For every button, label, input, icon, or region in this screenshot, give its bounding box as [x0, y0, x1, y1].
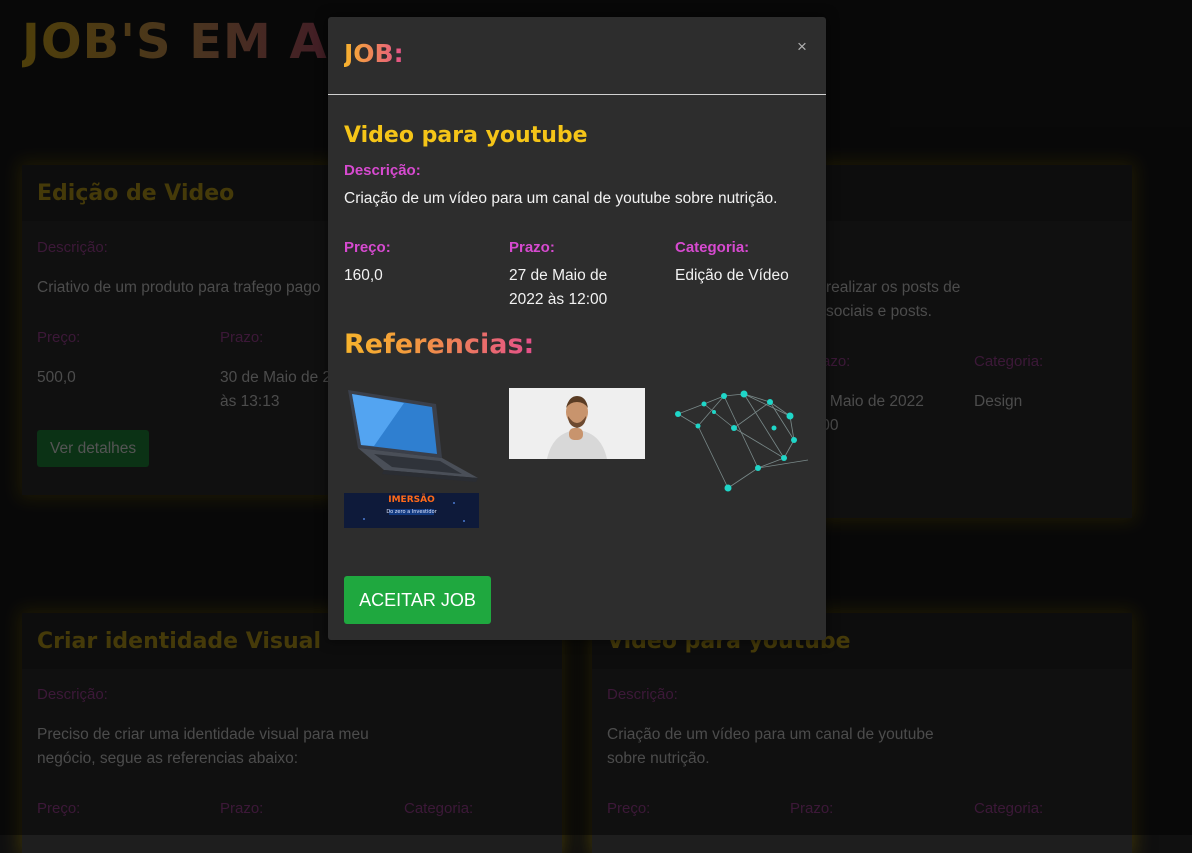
thinking-man-image[interactable] [509, 388, 645, 459]
references-title: Referencias: [344, 329, 535, 360]
banner-image[interactable]: IMERSÃO Do zero a Investidor [344, 493, 479, 528]
category-value: Edição de Vídeo [675, 267, 789, 284]
deadline-label: Prazo: [509, 239, 555, 256]
accept-job-button[interactable]: ACEITAR JOB [344, 576, 491, 624]
close-icon[interactable]: × [794, 38, 810, 55]
category-label: Categoria: [675, 239, 750, 256]
modal-title: JOB: [344, 39, 404, 68]
network-graph-image[interactable] [674, 388, 810, 495]
modal-header: JOB: × [328, 17, 826, 95]
job-name: Video para youtube [344, 123, 588, 148]
laptop-image[interactable] [344, 388, 479, 484]
deadline-line2: 2022 às 12:00 [509, 291, 608, 308]
description-text: Criação de um vídeo para um canal de you… [344, 190, 778, 207]
banner-text: IMERSÃO [388, 495, 435, 505]
description-label: Descrição: [344, 162, 421, 179]
deadline-line1: 27 de Maio de [509, 267, 608, 284]
price-value: 160,0 [344, 267, 383, 284]
banner-subtext: Do zero a Investidor [386, 509, 437, 515]
price-label: Preço: [344, 239, 391, 256]
job-modal: JOB: × Video para youtube Descrição: Cri… [328, 17, 826, 640]
